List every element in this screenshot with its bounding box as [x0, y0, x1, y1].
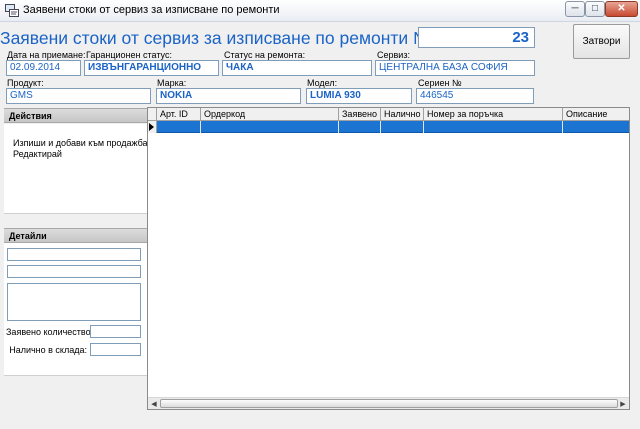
- model-label: Модел:: [307, 78, 338, 88]
- scroll-thumb[interactable]: [160, 399, 618, 408]
- column-requested[interactable]: Заявено: [339, 108, 381, 121]
- detail-field-1[interactable]: [7, 248, 141, 261]
- page-title: Заявени стоки от сервиз за изписване по …: [0, 28, 432, 48]
- window-title: Заявени стоки от сервиз за изписване по …: [23, 4, 280, 16]
- close-icon: ✕: [617, 3, 626, 14]
- close-button[interactable]: Затвори: [573, 24, 630, 59]
- horizontal-scrollbar[interactable]: ◀ ▶: [148, 397, 629, 409]
- serial-field[interactable]: 446545: [416, 88, 534, 104]
- received-date-label: Дата на приемане:: [7, 50, 86, 60]
- model-field[interactable]: LUMIA 930: [306, 88, 412, 104]
- in-stock-label: Налично в склада:: [9, 345, 87, 355]
- scroll-right-icon[interactable]: ▶: [617, 398, 629, 409]
- detail-notes-field[interactable]: [7, 283, 141, 321]
- warranty-status-field[interactable]: ИЗВЪНГАРАНЦИОННО: [84, 60, 219, 76]
- brand-label: Марка:: [157, 78, 187, 88]
- serial-label: Сериен №: [418, 78, 462, 88]
- details-panel-header: Детайли: [4, 228, 147, 243]
- minimize-button[interactable]: ─: [565, 1, 585, 17]
- column-description[interactable]: Описание: [563, 108, 629, 121]
- grid-header: Арт. ID Ордеркод Заявено Налично Номер з…: [148, 108, 629, 121]
- cell-description[interactable]: [563, 121, 629, 133]
- column-order-number[interactable]: Номер за поръчка: [424, 108, 563, 121]
- received-date-field[interactable]: 02.09.2014: [6, 60, 81, 76]
- minimize-icon: ─: [571, 3, 579, 14]
- brand-field[interactable]: NOKIA: [156, 88, 301, 104]
- items-grid[interactable]: Арт. ID Ордеркод Заявено Налично Номер з…: [147, 107, 630, 410]
- grid-corner: [148, 108, 157, 121]
- app-icon: [5, 4, 19, 17]
- cell-available[interactable]: [381, 121, 424, 133]
- scroll-left-icon[interactable]: ◀: [148, 398, 160, 409]
- maximize-button[interactable]: □: [585, 1, 605, 17]
- title-bar[interactable]: Заявени стоки от сервиз за изписване по …: [0, 0, 640, 22]
- in-stock-field[interactable]: [90, 343, 141, 356]
- cell-article-id[interactable]: [157, 121, 201, 133]
- warranty-status-label: Гаранционен статус:: [86, 50, 172, 60]
- column-available[interactable]: Налично: [381, 108, 424, 121]
- service-label: Сервиз:: [377, 50, 410, 60]
- row-selector[interactable]: [148, 121, 157, 133]
- actions-panel-header: Действия: [4, 108, 147, 123]
- column-ordercode[interactable]: Ордеркод: [201, 108, 339, 121]
- cell-requested[interactable]: [339, 121, 381, 133]
- repair-status-field[interactable]: ЧАКА: [222, 60, 372, 76]
- cell-ordercode[interactable]: [201, 121, 339, 133]
- repair-status-label: Статус на ремонта:: [224, 50, 306, 60]
- table-row[interactable]: [148, 121, 629, 133]
- edit-action-link[interactable]: Редактирай: [13, 149, 62, 159]
- row-pointer-icon: [149, 123, 154, 131]
- requested-qty-field[interactable]: [90, 325, 141, 338]
- window-close-button[interactable]: ✕: [605, 1, 638, 17]
- requested-qty-label: Заявено количество:: [6, 327, 94, 337]
- maximize-icon: □: [591, 3, 599, 14]
- sell-action-link[interactable]: Изпиши и добави към продажбата: [13, 138, 156, 148]
- cell-order-number[interactable]: [424, 121, 563, 133]
- service-field[interactable]: ЦЕНТРАЛНА БАЗА СОФИЯ: [375, 60, 535, 76]
- detail-field-2[interactable]: [7, 265, 141, 278]
- repair-number-field: 23: [418, 27, 535, 48]
- product-field[interactable]: GMS: [6, 88, 151, 104]
- product-label: Продукт:: [7, 78, 44, 88]
- column-article-id[interactable]: Арт. ID: [157, 108, 201, 121]
